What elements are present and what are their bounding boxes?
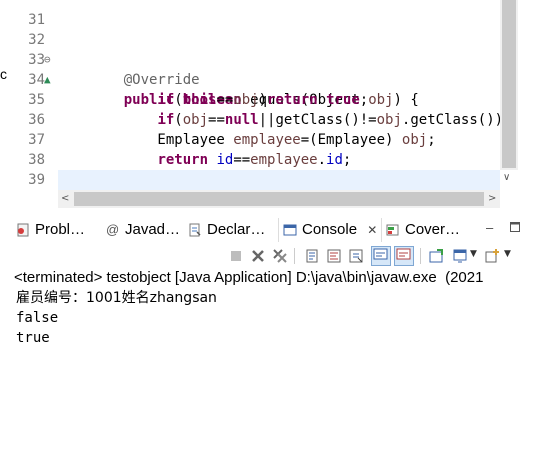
minimize-icon[interactable]: ‒ — [486, 220, 493, 235]
tab-declaration[interactable]: Declar… — [188, 218, 265, 242]
tab-label: Javad… — [125, 221, 181, 238]
console-line: 雇员编号：1001姓名zhangsan — [16, 290, 217, 306]
chevron-down-icon[interactable]: ▼ — [470, 249, 477, 259]
panel-separator — [0, 208, 542, 216]
new-console-icon[interactable] — [484, 248, 500, 264]
current-line[interactable]: 40 — [58, 170, 500, 190]
editor-line: 37 return id==emplayee.id; — [0, 110, 542, 168]
editor-line: 32 ⊖ @Override — [0, 10, 542, 88]
horizontal-scroll-thumb[interactable] — [74, 192, 484, 206]
toolbar-divider — [294, 248, 295, 264]
problems-icon — [17, 223, 29, 237]
display-selected-console-icon[interactable] — [452, 248, 468, 264]
console-status: <terminated> testobject [Java Applicatio… — [14, 269, 484, 286]
editor-line: 31 — [0, 0, 542, 28]
tab-console[interactable]: Console ✕ — [278, 218, 383, 242]
editor-line: 34 if(this==obj)return true; — [0, 50, 542, 108]
chevron-down-icon[interactable]: ▼ — [504, 249, 511, 259]
tab-label: Probl… — [35, 221, 86, 238]
tab-problems[interactable]: Probl… — [16, 218, 85, 242]
tab-label: Declar… — [207, 221, 266, 238]
terminate-icon[interactable] — [228, 248, 244, 264]
console-icon — [283, 224, 297, 236]
side-label: c — [0, 66, 7, 82]
maximize-icon[interactable] — [510, 222, 521, 233]
vertical-scroll-thumb[interactable] — [502, 0, 516, 168]
toolbar-divider — [420, 248, 421, 264]
javadoc-icon: @ — [106, 222, 120, 238]
scroll-lock-icon[interactable] — [304, 248, 320, 264]
editor-line: 33 ▲ public boolean equals(Object obj) { — [0, 30, 542, 108]
code-editor[interactable]: 31 32 ⊖ @Override 33 ▲ public boolean eq… — [0, 0, 542, 190]
editor-line: 38 } — [0, 130, 542, 188]
view-tab-bar: Probl… @ Javad… Declar… Console ✕ Cover… … — [10, 216, 542, 244]
scroll-left-icon[interactable]: < — [61, 193, 69, 204]
editor-line: 39 } — [0, 150, 542, 188]
remove-launch-icon[interactable] — [250, 248, 266, 264]
show-console-stderr-icon[interactable] — [394, 246, 414, 266]
editor-line: 36 Emplayee emplayee=(Emplayee) obj; — [0, 90, 542, 148]
console-line: true — [16, 330, 50, 346]
editor-line: 35 if(obj==null||getClass()!=obj.getClas… — [0, 70, 542, 128]
pin-console-icon[interactable] — [348, 248, 364, 264]
tab-label: Cover… — [405, 221, 461, 238]
coverage-icon — [386, 224, 399, 236]
console-line: false — [16, 310, 59, 326]
line-number: 39 — [28, 172, 45, 188]
tab-coverage[interactable]: Cover… — [386, 218, 460, 242]
show-console-stdout-icon[interactable] — [371, 246, 391, 266]
tab-javadoc[interactable]: @ Javad… — [106, 218, 180, 242]
tab-label: Console — [302, 221, 358, 238]
scroll-down-icon[interactable]: ∨ — [503, 172, 510, 183]
word-wrap-icon[interactable] — [326, 248, 342, 264]
open-console-icon[interactable] — [428, 248, 444, 264]
console-toolbar: ▼ ▼ — [10, 244, 542, 268]
console-output[interactable]: 雇员编号：1001姓名zhangsan false true — [10, 288, 542, 451]
close-icon[interactable]: ✕ — [367, 223, 377, 237]
declaration-icon — [189, 223, 201, 237]
remove-all-terminated-icon[interactable] — [272, 248, 288, 264]
scroll-right-icon[interactable]: > — [488, 193, 496, 204]
overview-ruler — [518, 0, 542, 190]
